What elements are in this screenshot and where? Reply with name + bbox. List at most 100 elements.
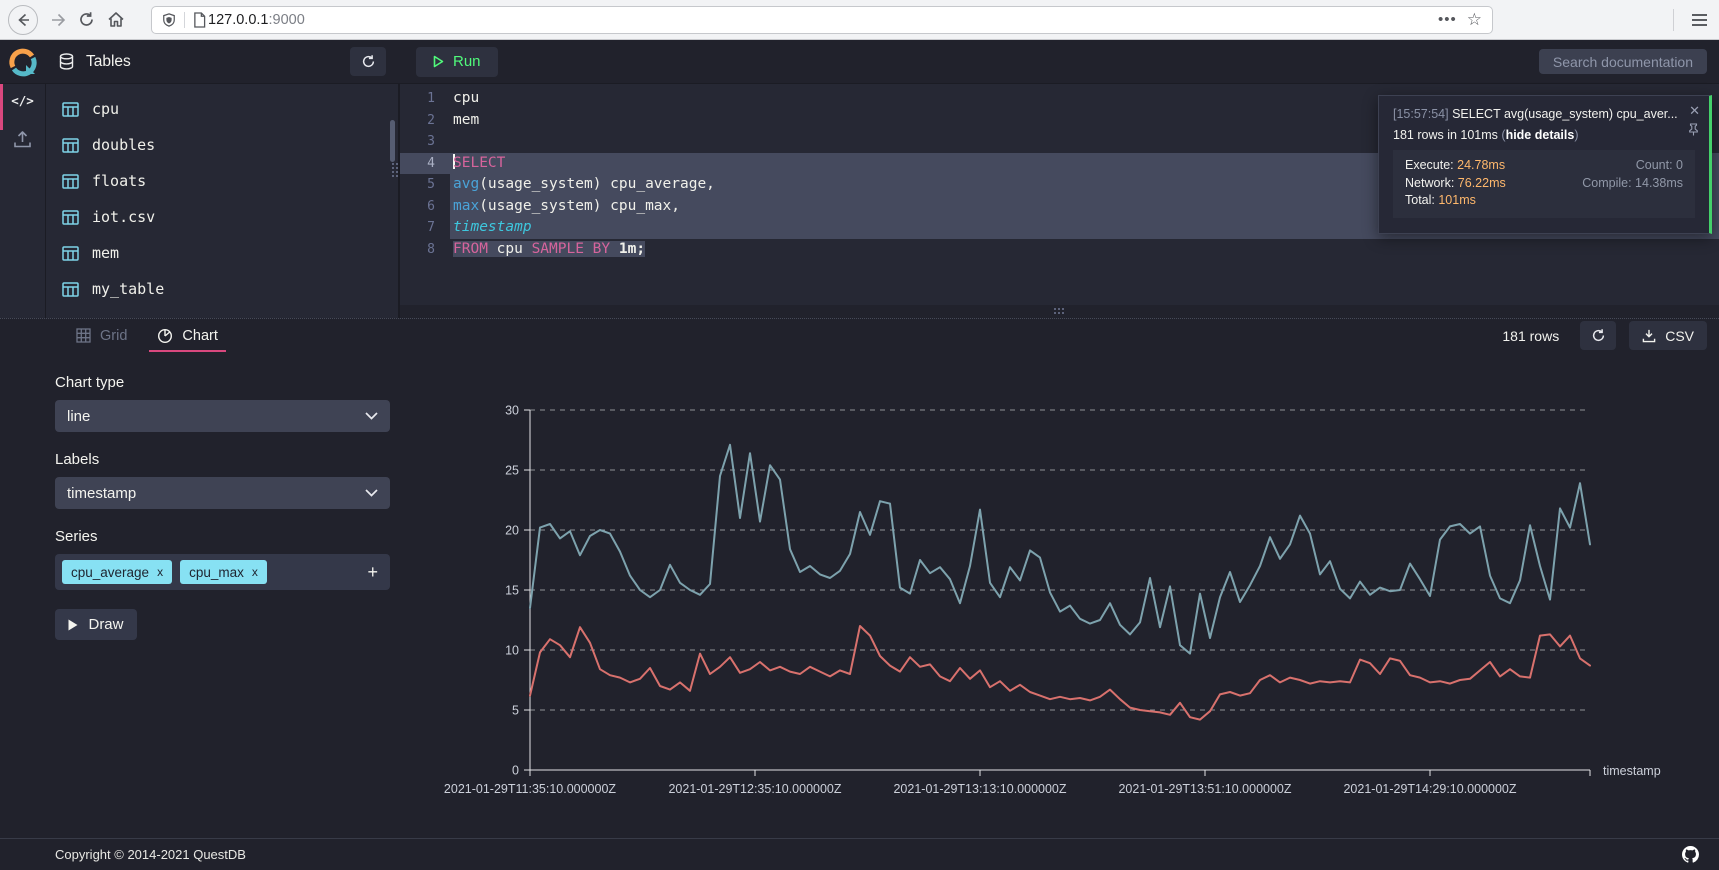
series-chip-cpu_average[interactable]: cpu_average x bbox=[62, 560, 172, 584]
pie-chart-icon bbox=[157, 328, 173, 344]
run-query-button[interactable]: Run bbox=[416, 47, 498, 77]
labels-label: Labels bbox=[55, 451, 390, 468]
code-token: 1m; bbox=[619, 241, 645, 257]
code-token: cpu bbox=[453, 90, 479, 106]
tab-chart[interactable]: Chart bbox=[155, 319, 219, 353]
query-notification-popup: [15:57:54] SELECT avg(usage_system) cpu_… bbox=[1378, 95, 1712, 234]
page-actions-icon[interactable]: ••• bbox=[1438, 11, 1457, 28]
tab-grid-label: Grid bbox=[100, 328, 127, 344]
browser-back-button[interactable] bbox=[8, 5, 38, 35]
browser-reload-button[interactable] bbox=[78, 11, 95, 28]
total-time: 101ms bbox=[1438, 193, 1476, 207]
results-toolbar: Grid Chart 181 rows CSV bbox=[0, 318, 1719, 352]
refresh-icon bbox=[361, 54, 376, 69]
table-item-my_table[interactable]: my_table bbox=[46, 271, 398, 307]
app-footer: Copyright © 2014-2021 QuestDB bbox=[0, 838, 1719, 870]
svg-text:2021-01-29T13:13:10.000000Z: 2021-01-29T13:13:10.000000Z bbox=[893, 782, 1066, 796]
download-csv-button[interactable]: CSV bbox=[1629, 321, 1707, 350]
series-label: Series bbox=[55, 528, 390, 545]
copyright-text: Copyright © 2014-2021 QuestDB bbox=[55, 847, 246, 862]
series-chip-label: cpu_max bbox=[189, 565, 244, 580]
execute-time: 24.78ms bbox=[1457, 158, 1505, 172]
questdb-logo[interactable] bbox=[0, 40, 46, 84]
chart-panel: Chart type line Labels timestamp Series … bbox=[0, 352, 1719, 838]
browser-menu-button[interactable] bbox=[1688, 10, 1711, 30]
table-item-floats[interactable]: floats bbox=[46, 163, 398, 199]
remove-series-icon[interactable]: x bbox=[252, 565, 258, 579]
series-line-cpu_max bbox=[530, 445, 1590, 654]
console-code-icon[interactable]: </> bbox=[11, 93, 34, 108]
grid-icon bbox=[76, 328, 91, 343]
series-line-cpu_average bbox=[530, 626, 1590, 720]
page-icon bbox=[193, 12, 206, 28]
draw-button[interactable]: Draw bbox=[55, 609, 137, 640]
url-text: 127.0.0.1:9000 bbox=[208, 12, 305, 28]
close-icon[interactable]: ✕ bbox=[1689, 103, 1700, 119]
table-icon bbox=[62, 210, 79, 225]
svg-text:2021-01-29T11:35:10.000000Z: 2021-01-29T11:35:10.000000Z bbox=[444, 782, 616, 796]
labels-select[interactable]: timestamp bbox=[55, 477, 390, 509]
query-notification-text: [15:57:54] SELECT avg(usage_system) cpu_… bbox=[1393, 107, 1695, 121]
svg-text:20: 20 bbox=[505, 524, 519, 538]
chart-type-label: Chart type bbox=[55, 374, 390, 391]
download-icon bbox=[1642, 329, 1656, 343]
code-token: mem bbox=[453, 112, 479, 128]
url-port: :9000 bbox=[268, 12, 304, 28]
table-item-cpu[interactable]: cpu bbox=[46, 91, 398, 127]
series-chip-label: cpu_average bbox=[71, 565, 149, 580]
svg-text:25: 25 bbox=[505, 464, 519, 478]
count-row: Count: 0 bbox=[1582, 157, 1683, 175]
chrome-separator bbox=[1673, 9, 1674, 31]
reload-icon bbox=[78, 11, 95, 28]
svg-text:15: 15 bbox=[505, 584, 519, 598]
import-upload-icon[interactable] bbox=[13, 130, 32, 149]
series-picker[interactable]: cpu_average x cpu_max x + bbox=[55, 554, 390, 590]
line-number: 4 bbox=[400, 153, 450, 175]
questdb-logo-icon bbox=[8, 47, 38, 77]
tab-grid[interactable]: Grid bbox=[74, 319, 129, 353]
run-label: Run bbox=[453, 53, 481, 70]
table-name: cpu bbox=[92, 100, 119, 118]
address-bar[interactable]: 127.0.0.1:9000 ••• ☆ bbox=[151, 6, 1493, 34]
urlbar-separator bbox=[184, 12, 185, 28]
row-count: 181 rows bbox=[1502, 328, 1559, 344]
bookmark-star-icon[interactable]: ☆ bbox=[1467, 10, 1482, 30]
svg-text:timestamp: timestamp bbox=[1603, 764, 1661, 778]
refresh-tables-button[interactable] bbox=[350, 47, 386, 76]
github-icon[interactable] bbox=[1682, 846, 1699, 863]
tables-scrollbar[interactable] bbox=[390, 120, 395, 162]
table-name: floats bbox=[92, 172, 146, 190]
code-line-8[interactable]: 8FROM cpu SAMPLE BY 1m; bbox=[400, 239, 1719, 261]
editor-results-splitter[interactable] bbox=[400, 305, 1719, 318]
svg-text:2021-01-29T12:35:10.000000Z: 2021-01-29T12:35:10.000000Z bbox=[668, 782, 841, 796]
browser-home-button[interactable] bbox=[107, 11, 125, 28]
remove-series-icon[interactable]: x bbox=[157, 565, 163, 579]
csv-label: CSV bbox=[1665, 328, 1694, 344]
chart-type-select[interactable]: line bbox=[55, 400, 390, 432]
table-name: mem bbox=[92, 244, 119, 262]
compile-row: Compile: 14.38ms bbox=[1582, 175, 1683, 193]
chevron-down-icon bbox=[365, 489, 378, 497]
browser-forward-button[interactable] bbox=[50, 12, 66, 28]
series-chip-cpu_max[interactable]: cpu_max x bbox=[180, 560, 267, 584]
add-series-button[interactable]: + bbox=[362, 562, 383, 583]
table-item-iot.csv[interactable]: iot.csv bbox=[46, 199, 398, 235]
table-name: iot.csv bbox=[92, 208, 155, 226]
refresh-results-button[interactable] bbox=[1580, 321, 1616, 350]
pin-icon[interactable] bbox=[1688, 123, 1699, 136]
line-chart[interactable]: 0510152025302021-01-29T11:35:10.000000Z2… bbox=[440, 352, 1710, 802]
timing-left-column: Execute: 24.78ms Network: 76.22ms Total:… bbox=[1405, 157, 1506, 210]
search-documentation-button[interactable]: Search documentation bbox=[1539, 49, 1707, 74]
splitter-grip-icon bbox=[1054, 308, 1066, 316]
panel-resize-handle-vertical[interactable] bbox=[392, 163, 399, 178]
hide-details-link[interactable]: hide details bbox=[1506, 128, 1575, 142]
timing-right-column: Count: 0 Compile: 14.38ms bbox=[1582, 157, 1683, 210]
table-item-mem[interactable]: mem bbox=[46, 235, 398, 271]
query-result-summary: 181 rows in 101ms (hide details) bbox=[1393, 128, 1695, 142]
table-item-doubles[interactable]: doubles bbox=[46, 127, 398, 163]
table-icon bbox=[62, 102, 79, 117]
query-timestamp: [15:57:54] bbox=[1393, 107, 1449, 121]
table-icon bbox=[62, 138, 79, 153]
svg-text:5: 5 bbox=[512, 704, 519, 718]
table-icon bbox=[62, 246, 79, 261]
